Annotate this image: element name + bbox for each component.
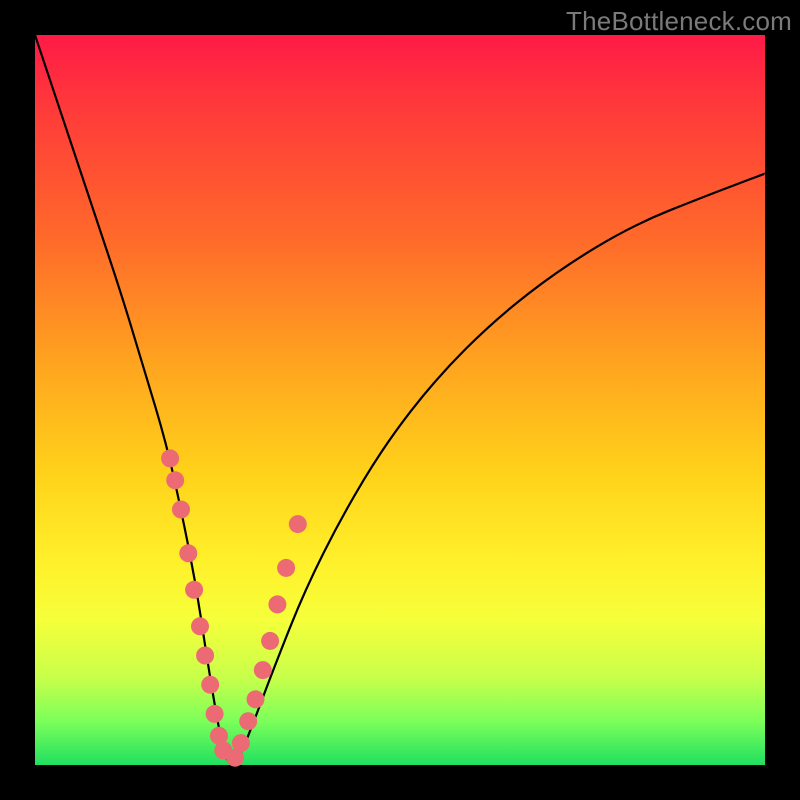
data-marker xyxy=(247,690,265,708)
chart-svg xyxy=(35,35,765,765)
plot-area xyxy=(35,35,765,765)
data-marker xyxy=(261,632,279,650)
data-marker xyxy=(172,501,190,519)
data-marker xyxy=(179,544,197,562)
data-marker xyxy=(185,581,203,599)
data-marker xyxy=(206,705,224,723)
data-marker xyxy=(166,471,184,489)
data-marker xyxy=(277,559,295,577)
data-marker xyxy=(196,647,214,665)
data-marker xyxy=(201,676,219,694)
data-marker xyxy=(268,595,286,613)
data-marker xyxy=(232,734,250,752)
watermark-text: TheBottleneck.com xyxy=(566,6,792,37)
data-marker xyxy=(289,515,307,533)
marker-layer xyxy=(161,449,307,766)
data-marker xyxy=(191,617,209,635)
bottleneck-curve xyxy=(35,35,765,763)
data-marker xyxy=(254,661,272,679)
curve-layer xyxy=(35,35,765,763)
data-marker xyxy=(239,712,257,730)
chart-frame: TheBottleneck.com xyxy=(0,0,800,800)
data-marker xyxy=(161,449,179,467)
